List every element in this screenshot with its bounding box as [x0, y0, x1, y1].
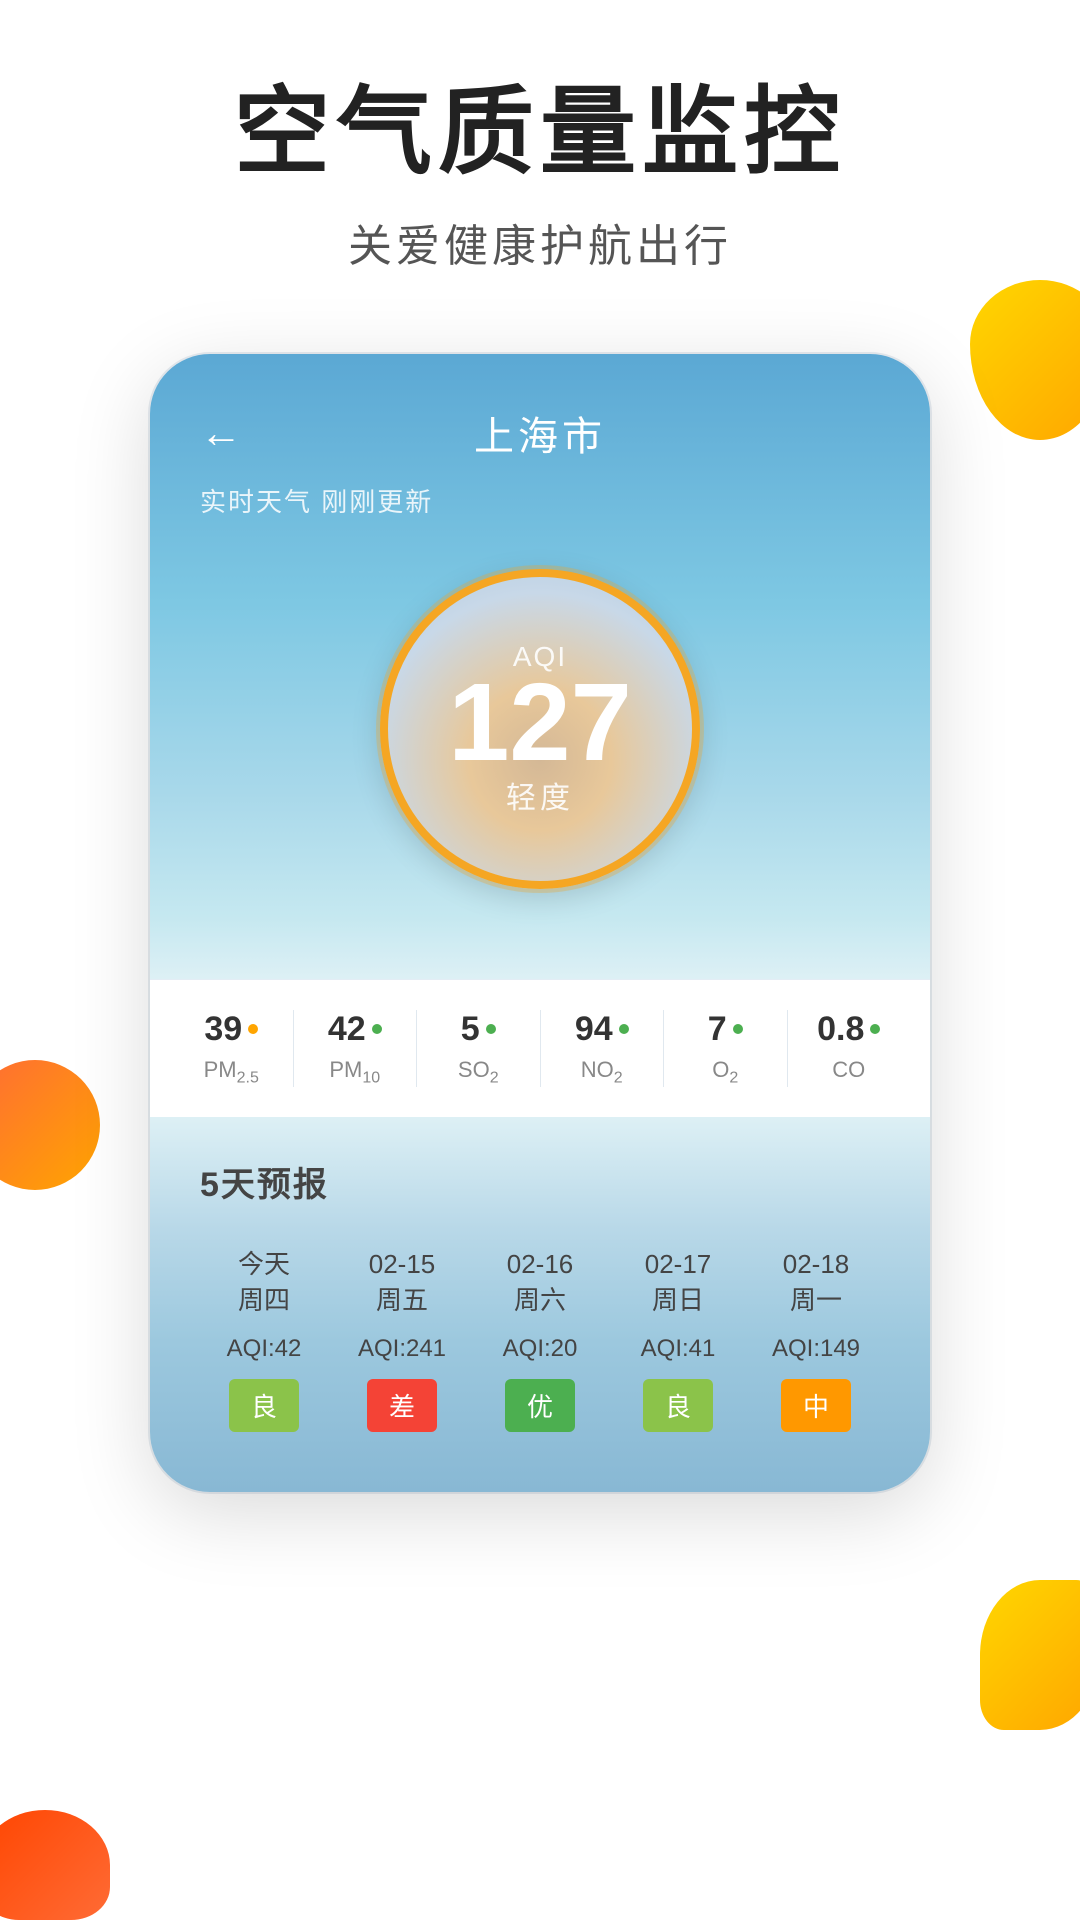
pm25-value: 39 [204, 1010, 242, 1049]
forecast-date-0216: 02-16 周六 [507, 1246, 574, 1319]
pollution-item-pm25: 39 PM2.5 [170, 1010, 293, 1087]
forecast-grid: 今天 周四 AQI:42 良 02-15 周五 AQI:241 差 [200, 1246, 880, 1432]
forecast-day-0215: 02-15 周五 AQI:241 差 [338, 1246, 466, 1432]
forecast-section: 5天预报 今天 周四 AQI:42 良 02-15 周五 AQI:241 [150, 1117, 930, 1492]
pollution-item-so2: 5 SO2 [417, 1010, 540, 1087]
forecast-badge-0218: 中 [781, 1379, 851, 1432]
forecast-aqi-0216: AQI:20 [503, 1335, 578, 1363]
back-button[interactable]: ← [200, 409, 242, 457]
forecast-day-0217: 02-17 周日 AQI:41 良 [614, 1246, 742, 1432]
pollution-item-no2: 94 NO2 [541, 1010, 664, 1087]
forecast-day-today: 今天 周四 AQI:42 良 [200, 1246, 328, 1432]
aqi-label: AQI [513, 641, 567, 673]
forecast-aqi-0218: AQI:149 [772, 1335, 860, 1363]
decorative-blob-top-right [970, 280, 1080, 440]
app-header: ← 上海市 实时天气 刚刚更新 AQI 127 轻度 [150, 354, 930, 979]
forecast-title: 5天预报 [200, 1157, 880, 1206]
aqi-value: 127 [448, 668, 632, 778]
app-nav: ← 上海市 [200, 404, 880, 462]
decorative-blob-bottom-right [980, 1580, 1080, 1730]
forecast-day-0218: 02-18 周一 AQI:149 中 [752, 1246, 880, 1432]
forecast-aqi-0215: AQI:241 [358, 1335, 446, 1363]
forecast-date-0215: 02-15 周五 [369, 1246, 436, 1319]
city-title: 上海市 [474, 404, 606, 462]
decorative-blob-bottom-left [0, 1060, 100, 1190]
pm25-dot [248, 1024, 258, 1034]
page-title: 空气质量监控 [60, 80, 1020, 186]
forecast-day-0216: 02-16 周六 AQI:20 优 [476, 1246, 604, 1432]
decorative-blob-bottom-left2 [0, 1810, 110, 1920]
pm10-value: 42 [328, 1010, 366, 1049]
so2-name: SO2 [458, 1057, 499, 1087]
app-content: ← 上海市 实时天气 刚刚更新 AQI 127 轻度 39 [150, 354, 930, 1492]
pm10-name: PM10 [329, 1057, 380, 1087]
o2-value: 7 [708, 1010, 727, 1049]
no2-value: 94 [575, 1010, 613, 1049]
o2-dot [733, 1024, 743, 1034]
no2-dot [619, 1024, 629, 1034]
no2-name: NO2 [581, 1057, 623, 1087]
co-dot [870, 1024, 880, 1034]
so2-dot [486, 1024, 496, 1034]
page-header: 空气质量监控 关爱健康护航出行 [0, 0, 1080, 314]
co-value: 0.8 [817, 1010, 864, 1049]
forecast-date-0217: 02-17 周日 [645, 1246, 712, 1319]
forecast-badge-0217: 良 [643, 1379, 713, 1432]
forecast-badge-0216: 优 [505, 1379, 575, 1432]
pm10-dot [372, 1024, 382, 1034]
forecast-badge-today: 良 [229, 1379, 299, 1432]
so2-value: 5 [461, 1010, 480, 1049]
aqi-circle: AQI 127 轻度 [380, 569, 700, 889]
aqi-circle-container: AQI 127 轻度 [200, 569, 880, 889]
co-name: CO [832, 1057, 865, 1083]
forecast-date-today: 今天 周四 [238, 1246, 290, 1319]
forecast-badge-0215: 差 [367, 1379, 437, 1432]
forecast-aqi-0217: AQI:41 [641, 1335, 716, 1363]
forecast-aqi-today: AQI:42 [227, 1335, 302, 1363]
weather-update-text: 实时天气 刚刚更新 [200, 482, 880, 519]
pollution-item-co: 0.8 CO [788, 1010, 911, 1087]
phone-mockup: ← 上海市 实时天气 刚刚更新 AQI 127 轻度 39 [150, 354, 930, 1492]
pollution-item-o2: 7 O2 [664, 1010, 787, 1087]
pm25-name: PM2.5 [204, 1057, 259, 1087]
o2-name: O2 [712, 1057, 738, 1087]
pollution-item-pm10: 42 PM10 [294, 1010, 417, 1087]
aqi-description: 轻度 [506, 773, 574, 817]
forecast-date-0218: 02-18 周一 [783, 1246, 850, 1319]
page-subtitle: 关爱健康护航出行 [60, 210, 1020, 274]
pollution-row: 39 PM2.5 42 PM10 5 SO2 [150, 979, 930, 1117]
